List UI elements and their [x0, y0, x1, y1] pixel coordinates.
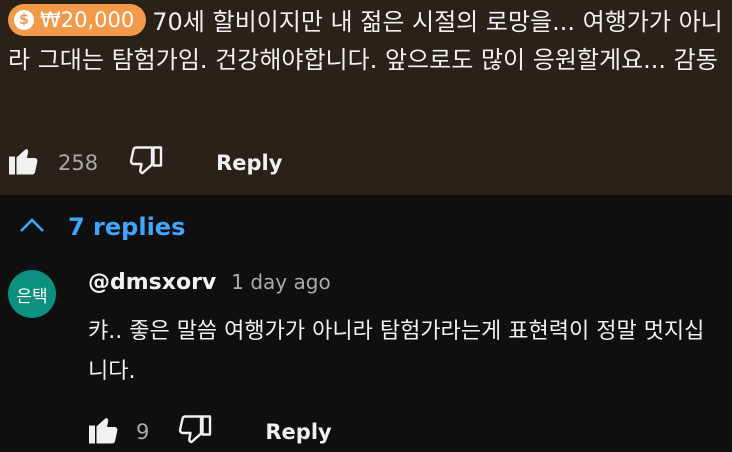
dislike-icon[interactable] — [128, 143, 164, 183]
chevron-up-icon — [18, 213, 46, 241]
reply-button[interactable]: Reply — [265, 420, 331, 444]
comment-body: $ ₩20,000 70세 할비이지만 내 젊은 시절의 로망을... 여행가가… — [8, 3, 724, 79]
like-icon[interactable] — [6, 143, 42, 183]
replies-toggle[interactable]: 7 replies — [18, 213, 185, 241]
comment-actions: 258 Reply — [6, 143, 282, 183]
like-icon[interactable] — [86, 412, 122, 452]
replies-count-label: 7 replies — [68, 213, 186, 241]
super-thanks-amount: ₩20,000 — [40, 8, 135, 32]
reply-author[interactable]: @dmsxorv — [88, 270, 216, 295]
reply-header: @dmsxorv 1 day ago — [88, 270, 331, 295]
avatar[interactable]: 은택 — [8, 270, 56, 318]
super-thanks-comment: $ ₩20,000 70세 할비이지만 내 젊은 시절의 로망을... 여행가가… — [0, 0, 732, 195]
super-thanks-badge: $ ₩20,000 — [8, 4, 147, 36]
reply-button[interactable]: Reply — [216, 151, 282, 175]
reply-body: 캬.. 좋은 말씀 여행가가 아니라 탐험가라는게 표현력이 정말 멋지십니다. — [88, 319, 705, 384]
dollar-coin-heart-icon: $ — [14, 10, 34, 30]
like-count: 258 — [58, 151, 99, 175]
dislike-icon[interactable] — [177, 412, 213, 452]
reply-timestamp[interactable]: 1 day ago — [231, 270, 330, 294]
reply-actions: 9 Reply — [86, 412, 332, 452]
reply-like-count: 9 — [136, 420, 150, 444]
